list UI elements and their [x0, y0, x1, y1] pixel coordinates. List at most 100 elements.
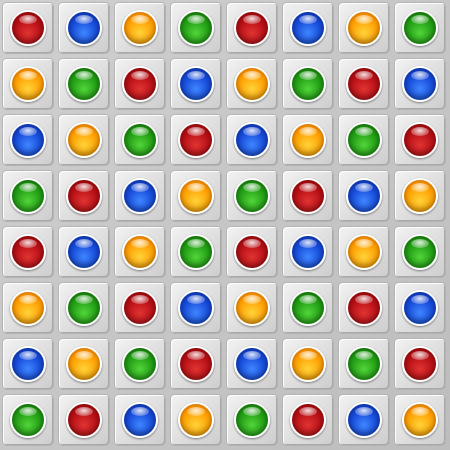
board-tile[interactable]: [227, 59, 277, 109]
board-tile[interactable]: [3, 115, 53, 165]
board-tile[interactable]: [171, 227, 221, 277]
blue-gem: [10, 346, 46, 382]
blue-gem: [346, 178, 382, 214]
green-gem: [234, 178, 270, 214]
green-gem: [290, 290, 326, 326]
red-gem: [10, 234, 46, 270]
board-tile[interactable]: [339, 115, 389, 165]
board-tile[interactable]: [3, 283, 53, 333]
board-tile[interactable]: [395, 115, 445, 165]
green-gem: [10, 178, 46, 214]
board-tile[interactable]: [339, 227, 389, 277]
board-tile[interactable]: [59, 115, 109, 165]
board-tile[interactable]: [283, 227, 333, 277]
red-gem: [234, 10, 270, 46]
board-tile[interactable]: [171, 339, 221, 389]
orange-gem: [402, 402, 438, 438]
red-gem: [122, 66, 158, 102]
red-gem: [402, 122, 438, 158]
board-tile[interactable]: [3, 395, 53, 445]
board-tile[interactable]: [227, 227, 277, 277]
red-gem: [234, 234, 270, 270]
board-tile[interactable]: [59, 339, 109, 389]
green-gem: [290, 66, 326, 102]
board-tile[interactable]: [395, 3, 445, 53]
board-tile[interactable]: [227, 283, 277, 333]
red-gem: [346, 290, 382, 326]
board-tile[interactable]: [115, 171, 165, 221]
board-tile[interactable]: [283, 3, 333, 53]
red-gem: [122, 290, 158, 326]
board-tile[interactable]: [59, 283, 109, 333]
blue-gem: [234, 122, 270, 158]
board-tile[interactable]: [115, 3, 165, 53]
board-tile[interactable]: [59, 227, 109, 277]
board-tile[interactable]: [59, 3, 109, 53]
green-gem: [178, 234, 214, 270]
blue-gem: [66, 234, 102, 270]
board-tile[interactable]: [395, 339, 445, 389]
orange-gem: [290, 122, 326, 158]
board-tile[interactable]: [395, 395, 445, 445]
board-tile[interactable]: [115, 59, 165, 109]
board-tile[interactable]: [395, 59, 445, 109]
blue-gem: [66, 10, 102, 46]
blue-gem: [290, 10, 326, 46]
board-tile[interactable]: [3, 59, 53, 109]
board-tile[interactable]: [227, 171, 277, 221]
board-tile[interactable]: [227, 115, 277, 165]
board-tile[interactable]: [171, 59, 221, 109]
green-gem: [346, 122, 382, 158]
board-tile[interactable]: [283, 115, 333, 165]
board-tile[interactable]: [283, 283, 333, 333]
blue-gem: [10, 122, 46, 158]
board-tile[interactable]: [171, 395, 221, 445]
board-tile[interactable]: [3, 227, 53, 277]
board-tile[interactable]: [339, 59, 389, 109]
board-tile[interactable]: [339, 171, 389, 221]
orange-gem: [10, 66, 46, 102]
board-tile[interactable]: [115, 283, 165, 333]
board-tile[interactable]: [115, 339, 165, 389]
board-tile[interactable]: [283, 339, 333, 389]
orange-gem: [346, 234, 382, 270]
board-tile[interactable]: [395, 171, 445, 221]
red-gem: [178, 346, 214, 382]
board-tile[interactable]: [171, 3, 221, 53]
board-tile[interactable]: [115, 227, 165, 277]
green-gem: [234, 402, 270, 438]
board-tile[interactable]: [171, 171, 221, 221]
board-tile[interactable]: [171, 283, 221, 333]
board-tile[interactable]: [59, 395, 109, 445]
board-tile[interactable]: [3, 3, 53, 53]
board-tile[interactable]: [283, 171, 333, 221]
green-gem: [122, 346, 158, 382]
green-gem: [66, 66, 102, 102]
board-tile[interactable]: [227, 339, 277, 389]
board-tile[interactable]: [339, 283, 389, 333]
board-tile[interactable]: [115, 395, 165, 445]
green-gem: [402, 234, 438, 270]
green-gem: [402, 10, 438, 46]
board-tile[interactable]: [59, 171, 109, 221]
board-tile[interactable]: [283, 59, 333, 109]
orange-gem: [234, 290, 270, 326]
board-tile[interactable]: [227, 395, 277, 445]
blue-gem: [346, 402, 382, 438]
board-tile[interactable]: [115, 115, 165, 165]
orange-gem: [66, 122, 102, 158]
board-tile[interactable]: [3, 339, 53, 389]
game-board: [0, 0, 450, 450]
board-tile[interactable]: [339, 395, 389, 445]
board-tile[interactable]: [227, 3, 277, 53]
board-tile[interactable]: [395, 283, 445, 333]
green-gem: [122, 122, 158, 158]
green-gem: [66, 290, 102, 326]
board-tile[interactable]: [395, 227, 445, 277]
board-tile[interactable]: [283, 395, 333, 445]
board-tile[interactable]: [3, 171, 53, 221]
board-tile[interactable]: [171, 115, 221, 165]
board-tile[interactable]: [59, 59, 109, 109]
board-tile[interactable]: [339, 3, 389, 53]
board-tile[interactable]: [339, 339, 389, 389]
